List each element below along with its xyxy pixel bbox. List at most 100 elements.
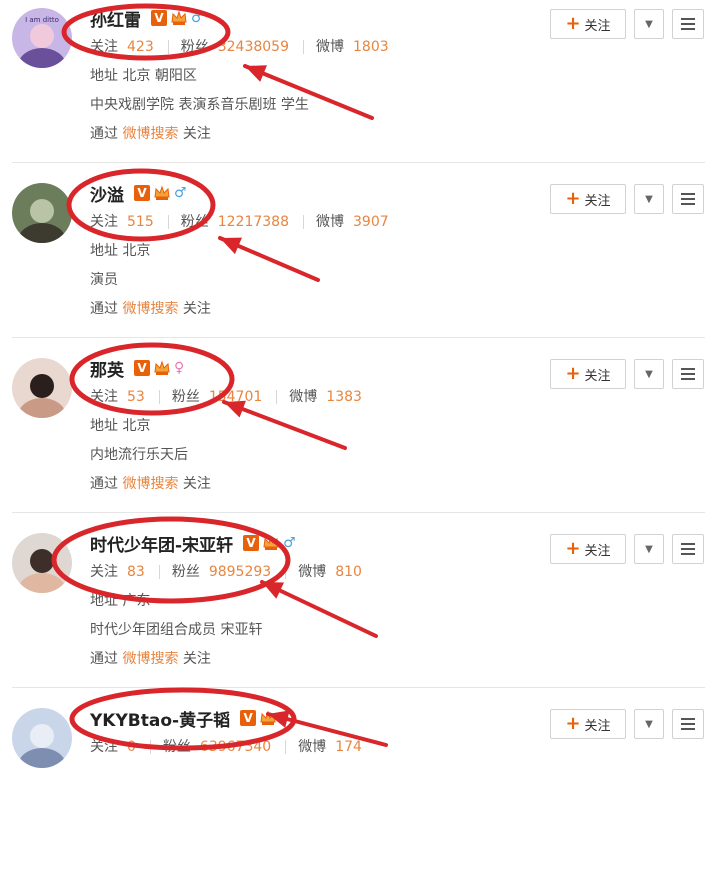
plus-icon: + [565, 188, 581, 209]
weibo-search-link[interactable]: 微博搜索 [122, 126, 178, 142]
caret-down-icon: ▼ [645, 193, 653, 205]
follow-button[interactable]: + 关注 [550, 359, 626, 389]
more-options-dropdown[interactable]: ▼ [634, 359, 664, 389]
stats-row: 关注 423 粉丝 32438059 微博 1803 [90, 33, 389, 62]
address-label: 地址 [90, 68, 123, 84]
weibo-search-link[interactable]: 微博搜索 [122, 476, 178, 492]
follow-button-label: 关注 [584, 193, 611, 209]
verified-v-icon[interactable]: V [134, 360, 150, 376]
user-name[interactable]: 孙红雷 [90, 6, 141, 31]
follow-button[interactable]: + 关注 [550, 709, 626, 739]
avatar[interactable] [12, 358, 72, 418]
weibo-search-link[interactable]: 微博搜索 [122, 301, 178, 317]
crown-member-icon[interactable] [153, 184, 171, 202]
avatar[interactable] [12, 708, 72, 768]
stats-row: 关注 83 粉丝 9895293 微博 810 [90, 558, 362, 587]
address-value: 北京 [122, 418, 151, 434]
address-row: 地址 北京 朝阳区 [90, 62, 389, 91]
stats-row: 关注 0 粉丝 63967340 微博 174 [90, 733, 362, 762]
weibo-count[interactable]: 1803 [353, 39, 389, 55]
more-options-dropdown[interactable]: ▼ [634, 534, 664, 564]
plus-icon: + [565, 363, 581, 384]
followers-label: 粉丝 [171, 389, 200, 405]
followers-count[interactable]: 63967340 [200, 739, 271, 755]
hamburger-menu-icon [681, 18, 695, 30]
via-row: 通过 微博搜索 关注 [90, 295, 389, 324]
user-info: 时代少年团-宋亚轩 V ♂ 关注 83 粉丝 9895293 微博 810 地址 广东 时代少年团组… [90, 528, 362, 674]
user-name[interactable]: 那英 [90, 356, 124, 381]
menu-button[interactable] [672, 9, 704, 39]
followers-label: 粉丝 [171, 564, 200, 580]
following-label: 关注 [90, 564, 118, 580]
follow-button-label: 关注 [584, 543, 611, 559]
weibo-count[interactable]: 3907 [353, 214, 389, 230]
menu-button[interactable] [672, 534, 704, 564]
more-options-dropdown[interactable]: ▼ [634, 184, 664, 214]
weibo-search-link[interactable]: 微博搜索 [122, 651, 178, 667]
followers-count[interactable]: 32438059 [218, 39, 289, 55]
followers-count[interactable]: 154701 [209, 389, 262, 405]
menu-button[interactable] [672, 359, 704, 389]
address-value: 北京 朝阳区 [122, 68, 197, 84]
crown-member-icon[interactable] [170, 9, 188, 27]
card-divider [12, 337, 705, 338]
via-row: 通过 微博搜索 关注 [90, 470, 362, 499]
divider [303, 40, 304, 54]
following-count[interactable]: 53 [127, 389, 145, 405]
following-label: 关注 [90, 39, 118, 55]
user-info: 孙红雷 V ♂ 关注 423 粉丝 32438059 微博 1803 地址 北京 朝阳区 中央戏剧学… [90, 3, 389, 149]
bio: 演员 [90, 272, 118, 288]
following-count[interactable]: 423 [127, 39, 154, 55]
following-count[interactable]: 515 [127, 214, 154, 230]
user-name[interactable]: 时代少年团-宋亚轩 [90, 531, 233, 556]
more-options-dropdown[interactable]: ▼ [634, 709, 664, 739]
weibo-count[interactable]: 810 [335, 564, 362, 580]
verified-v-icon[interactable]: V [243, 535, 260, 551]
following-count[interactable]: 83 [127, 564, 145, 580]
user-info: 那英 V ♀ 关注 53 粉丝 154701 微博 1383 地址 北京 内地流行乐天后 通过 微博搜… [90, 353, 362, 499]
name-row: 那英 V ♀ [90, 353, 362, 383]
following-count[interactable]: 0 [127, 739, 136, 755]
avatar[interactable] [12, 533, 72, 593]
weibo-count[interactable]: 1383 [326, 389, 362, 405]
user-info: 沙溢 V ♂ 关注 515 粉丝 12217388 微博 3907 地址 北京 演员 通过 微博搜索 … [90, 178, 389, 324]
avatar[interactable]: I am ditto [12, 8, 72, 68]
follow-button-label: 关注 [584, 718, 611, 734]
menu-button[interactable] [672, 709, 704, 739]
male-icon: ♂ [191, 10, 204, 26]
verified-v-icon[interactable]: V [134, 185, 150, 201]
via-label: 通过 [90, 651, 123, 667]
more-options-dropdown[interactable]: ▼ [634, 9, 664, 39]
following-label: 关注 [90, 389, 118, 405]
followers-label: 粉丝 [180, 39, 209, 55]
weibo-count[interactable]: 174 [335, 739, 362, 755]
via-action: 关注 [178, 651, 211, 667]
menu-button[interactable] [672, 184, 704, 214]
user-info: YKYBtao-黄子韬 V 关注 0 粉丝 63967340 微博 174 [90, 703, 362, 762]
caret-down-icon: ▼ [645, 718, 653, 730]
user-name[interactable]: 沙溢 [90, 181, 124, 206]
bio: 中央戏剧学院 表演系音乐剧班 学生 [90, 97, 309, 113]
plus-icon: + [565, 538, 581, 559]
crown-member-icon[interactable] [259, 709, 277, 727]
follow-button[interactable]: + 关注 [550, 184, 626, 214]
user-name[interactable]: YKYBtao-黄子韬 [90, 706, 230, 731]
hamburger-menu-icon [681, 543, 695, 555]
follow-button[interactable]: + 关注 [550, 9, 626, 39]
user-card: 沙溢 V ♂ 关注 515 粉丝 12217388 微博 3907 地址 北京 演员 通过 微博搜索 … [0, 175, 717, 350]
crown-member-icon[interactable] [262, 534, 280, 552]
followers-count[interactable]: 9895293 [209, 564, 271, 580]
card-divider [12, 162, 705, 163]
via-action: 关注 [178, 301, 211, 317]
stats-row: 关注 53 粉丝 154701 微博 1383 [90, 383, 362, 412]
follow-button-label: 关注 [584, 18, 611, 34]
crown-member-icon[interactable] [153, 359, 171, 377]
verified-v-icon[interactable]: V [151, 10, 167, 26]
follow-button[interactable]: + 关注 [550, 534, 626, 564]
male-icon: ♂ [174, 185, 187, 201]
avatar[interactable] [12, 183, 72, 243]
followers-count[interactable]: 12217388 [218, 214, 289, 230]
following-label: 关注 [90, 214, 118, 230]
divider [167, 40, 169, 54]
verified-v-icon[interactable]: V [240, 710, 257, 726]
